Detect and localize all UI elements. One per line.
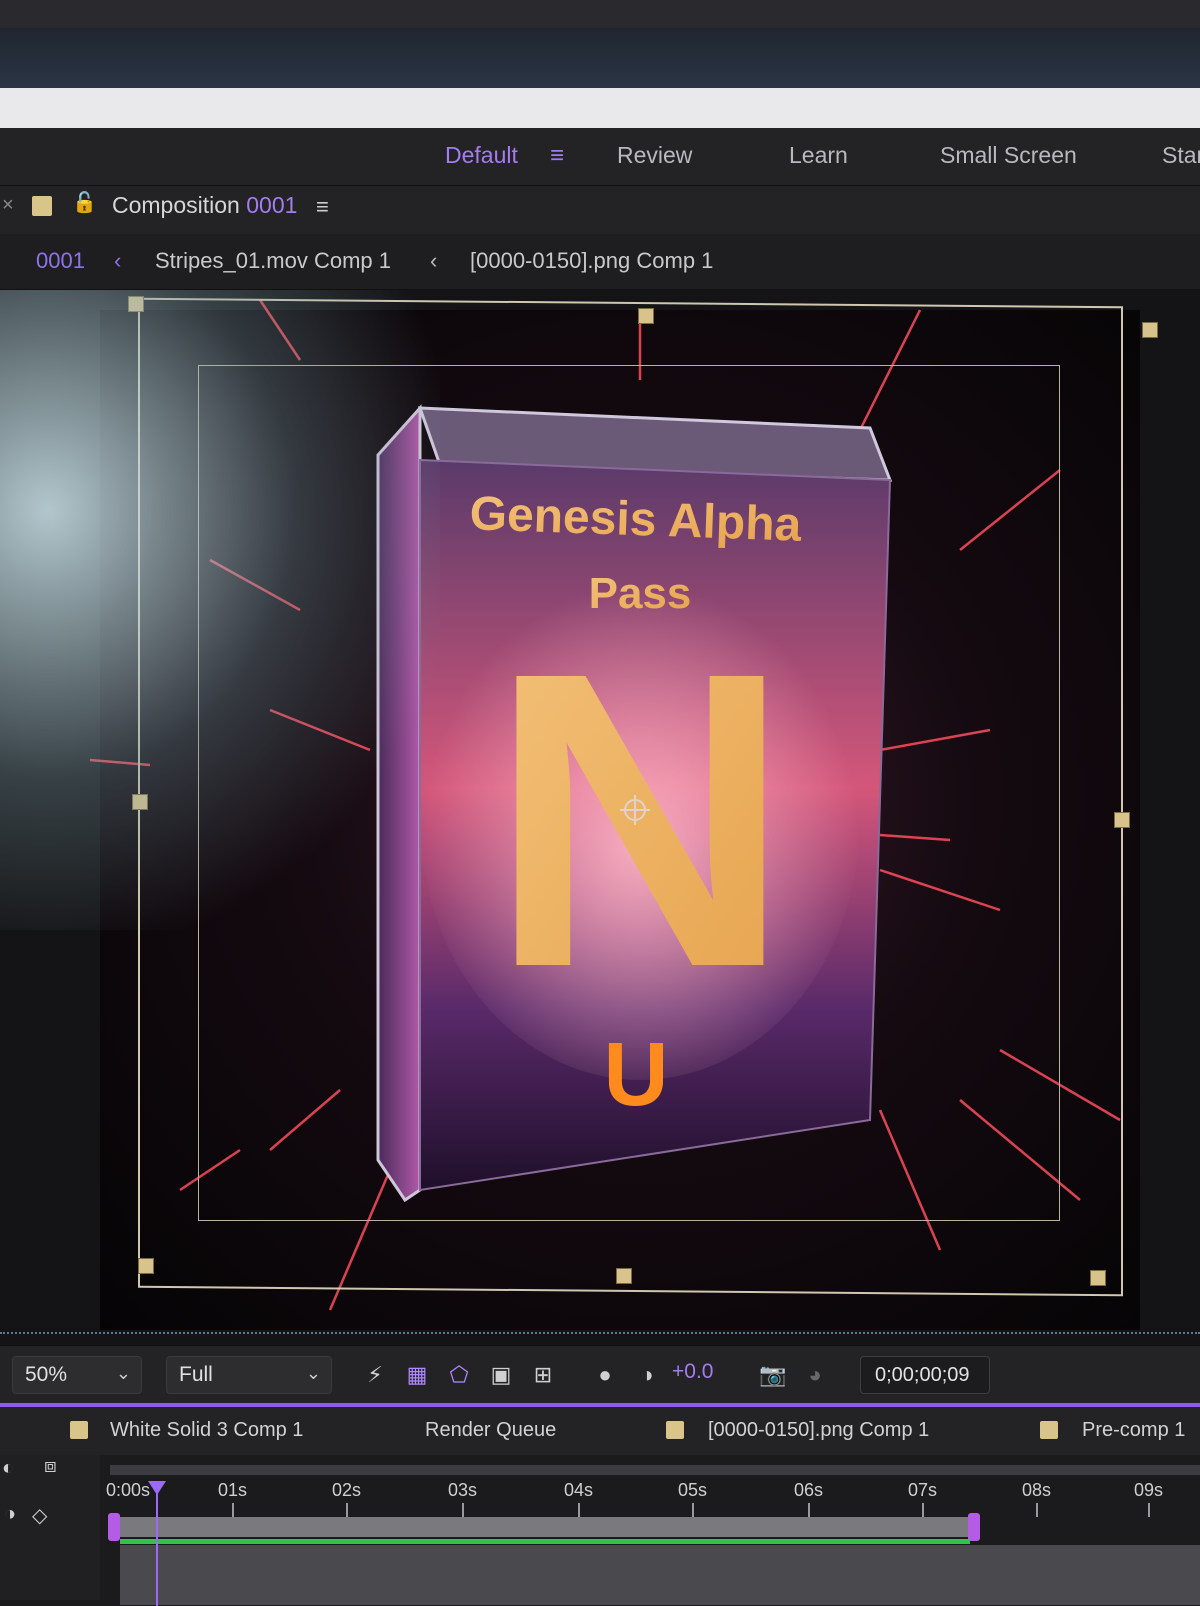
tab-png-comp-1[interactable]: [0000-0150].png Comp 1 [708,1419,929,1442]
workspace-menu-icon[interactable]: ≡ [550,142,564,170]
label-color-swatch [70,1421,88,1439]
workspace-standard[interactable]: Star [1162,142,1200,169]
color-management-icon[interactable]: ◑ [630,1358,664,1392]
tab-render-queue[interactable]: Render Queue [425,1419,556,1442]
monitor-bezel-band [0,28,1200,88]
tick-label: 09s [1134,1480,1164,1500]
workspace-default[interactable]: Default [445,142,518,169]
mask-path-visibility-icon[interactable]: ⬠ [442,1358,476,1392]
breadcrumb-item-0001[interactable]: 0001 [36,248,85,274]
card-side [376,404,422,1203]
tab-white-solid-3-comp-1[interactable]: White Solid 3 Comp 1 [110,1419,303,1442]
chevron-down-icon: ⌄ [305,1363,321,1383]
work-area-start-handle[interactable] [108,1513,120,1541]
monitor-bezel [0,0,1200,28]
viewer-border [0,1332,1200,1336]
tick-label: 01s [218,1480,248,1500]
ruler-tick [462,1503,464,1517]
channel-colors-icon[interactable]: ● [588,1358,622,1392]
tab-pre-comp-1[interactable]: Pre-comp 1 [1082,1419,1185,1442]
show-snapshot-icon[interactable]: ◕ [798,1358,832,1392]
region-of-interest-icon[interactable]: ▣ [484,1358,518,1392]
pass-card-artwork: Genesis Alpha Pass N U [376,404,893,1203]
chevron-left-icon: ‹ [114,248,122,273]
time-ruler[interactable]: ◐ ⧈ ◑ ◇ 0:00s 01s 02s 03s 04s 05s 06s 07… [0,1455,1200,1606]
card-logo: U [604,1025,669,1125]
ruler-tick [808,1503,810,1517]
transparency-grid-icon[interactable]: ▦ [400,1358,434,1392]
audio-icon[interactable]: ◇ [32,1503,47,1528]
panel-title: Composition 0001 [112,192,297,219]
grid-guides-icon[interactable]: ⊞ [526,1358,560,1392]
workspace-bar: Default ≡ Review Learn Small Screen Star [0,128,1200,186]
composition-viewer[interactable]: Genesis Alpha Pass N U [0,290,1200,1345]
tick-label: 07s [908,1480,938,1500]
magnification-dropdown[interactable]: 50% ⌄ [12,1356,142,1394]
tick-label: 06s [794,1480,824,1500]
lock-icon[interactable]: 🔓 [72,190,97,215]
timeline-tab-bar: White Solid 3 Comp 1 Render Queue [0000-… [0,1407,1200,1455]
layer-track-area[interactable] [120,1545,1200,1605]
label-color-swatch[interactable] [32,196,52,216]
ruler-tick [1148,1503,1150,1517]
comp-flowchart-icon[interactable]: ⧈ [44,1455,57,1478]
ruler-tick [1036,1503,1038,1517]
close-icon[interactable]: × [2,194,14,217]
chevron-down-icon: ⌄ [115,1363,131,1383]
tick-label: 02s [332,1480,362,1500]
workspace-review[interactable]: Review [617,142,692,169]
ruler-tick [346,1503,348,1517]
chevron-left-icon: ‹ [430,248,438,273]
breadcrumb-item-stripes[interactable]: Stripes_01.mov Comp 1 [155,248,391,274]
menu-bar [0,88,1200,128]
workspace-small-screen[interactable]: Small Screen [940,142,1077,169]
visibility-icon[interactable]: ◑ [4,1503,16,1526]
camera-snapshot-icon[interactable]: 📷 [756,1358,790,1392]
viewer-toolbar: 50% ⌄ Full ⌄ ⚡ ▦ ⬠ ▣ ⊞ ● ◑ +0.0 📷 ◕ 0;00… [0,1345,1200,1403]
ruler-tick [922,1503,924,1517]
tick-label: 05s [678,1480,708,1500]
ruler-tick [232,1503,234,1517]
workspace-learn[interactable]: Learn [789,142,848,169]
magnification-value: 50% [25,1363,68,1386]
label-color-swatch [1040,1421,1058,1439]
render-cache-indicator [120,1539,970,1544]
tick-label: 08s [1022,1480,1052,1500]
tick-label: 03s [448,1480,478,1500]
label-color-swatch [666,1421,684,1439]
ruler-tick [692,1503,694,1517]
time-navigator[interactable] [110,1465,1200,1475]
resolution-value: Full [179,1363,213,1386]
breadcrumb: 0001 ‹ Stripes_01.mov Comp 1 ‹ [0000-015… [0,234,1200,290]
panel-title-label: Composition [112,192,240,218]
work-area-end-handle[interactable] [968,1513,980,1541]
ruler-tick [578,1503,580,1517]
motion-blur-icon[interactable]: ◐ [2,1457,14,1480]
current-time-display[interactable]: 0;00;00;09 [860,1356,990,1394]
tick-label: 04s [564,1480,594,1500]
panel-comp-number: 0001 [246,192,298,218]
composition-panel-header: × 🔓 Composition 0001 ≡ [0,186,1200,234]
panel-menu-icon[interactable]: ≡ [316,194,329,220]
breadcrumb-item-png-comp[interactable]: [0000-0150].png Comp 1 [470,248,713,274]
card-letter: N [488,586,791,1055]
tick-label-start: 0:00s [106,1480,151,1500]
fast-previews-icon[interactable]: ⚡ [358,1358,392,1392]
exposure-value[interactable]: +0.0 [672,1360,713,1384]
timeline-controls: ◐ ⧈ ◑ ◇ [0,1455,100,1600]
work-area-bar[interactable] [110,1517,975,1537]
playhead-line[interactable] [156,1481,158,1606]
resolution-dropdown[interactable]: Full ⌄ [166,1356,332,1394]
